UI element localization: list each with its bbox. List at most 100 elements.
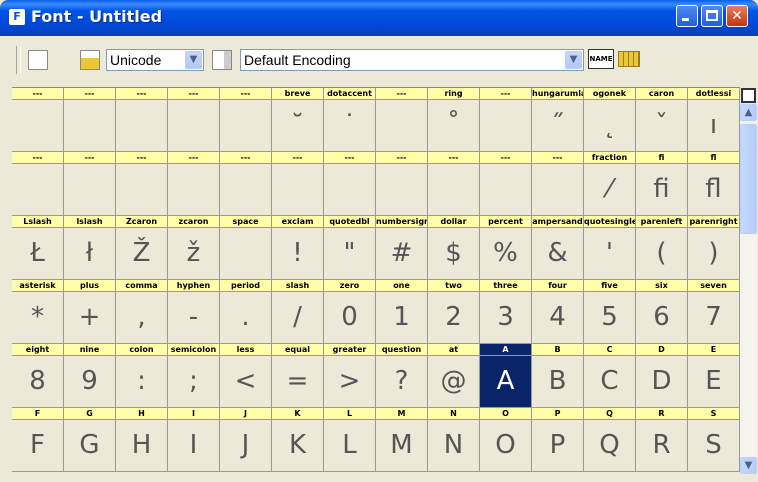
glyph-cell[interactable]: II (168, 408, 220, 472)
scroll-down-icon[interactable]: ▼ (740, 457, 757, 474)
glyph-cell[interactable]: --- (272, 152, 324, 216)
glyph-cell[interactable]: ampersand & (532, 216, 584, 280)
glyph-cell[interactable]: RR (636, 408, 688, 472)
glyph-cell[interactable]: Lslash Ł (12, 216, 64, 280)
glyph-cell[interactable]: AA (480, 344, 532, 408)
glyph-cell[interactable]: --- (116, 152, 168, 216)
glyph-cell[interactable]: greater > (324, 344, 376, 408)
glyph-cell[interactable]: numbersign # (376, 216, 428, 280)
glyph-cell[interactable]: three 3 (480, 280, 532, 344)
glyph-cell[interactable]: parenright) (688, 216, 740, 280)
glyph-cell[interactable]: --- (116, 88, 168, 152)
glyph-cell[interactable]: HH (116, 408, 168, 472)
glyph-cell[interactable]: NN (428, 408, 480, 472)
encoding-mode-select[interactable]: Unicode ▼ (106, 49, 204, 71)
glyph-cell[interactable]: FF (12, 408, 64, 472)
glyph-cell[interactable]: EE (688, 344, 740, 408)
glyph-cell[interactable]: zero 0 (324, 280, 376, 344)
glyph-cell[interactable]: zcaron ž (168, 216, 220, 280)
close-button[interactable]: ✕ (726, 5, 748, 27)
glyph-cell[interactable]: five 5 (584, 280, 636, 344)
glyph-cell[interactable]: comma, (116, 280, 168, 344)
glyph-cell[interactable]: --- (428, 152, 480, 216)
glyph-cell[interactable]: dollar $ (428, 216, 480, 280)
glyph-cell[interactable]: caron ˇ (636, 88, 688, 152)
glyph-cell[interactable]: period. (220, 280, 272, 344)
glyph-cell[interactable]: --- (376, 88, 428, 152)
chevron-down-icon[interactable]: ▼ (185, 51, 202, 69)
glyph-cell[interactable]: KK (272, 408, 324, 472)
glyph-cell[interactable]: --- (480, 152, 532, 216)
chevron-down-icon[interactable]: ▼ (565, 51, 582, 69)
glyph-cell[interactable]: nine 9 (64, 344, 116, 408)
glyph-cell[interactable]: seven 7 (688, 280, 740, 344)
glyph-cell[interactable]: quotesingle ' (584, 216, 636, 280)
glyph-cell[interactable]: dotlessi ı (688, 88, 740, 152)
vertical-scrollbar[interactable]: ▲ ▼ (740, 104, 757, 474)
glyph-cell[interactable]: exclam! (272, 216, 324, 280)
glyph-cell[interactable]: --- (12, 152, 64, 216)
glyph-cell[interactable]: fl ﬂ (688, 152, 740, 216)
scroll-thumb[interactable] (740, 124, 757, 234)
glyph-cell[interactable]: breve ˘ (272, 88, 324, 152)
glyph-cell[interactable]: semicolon; (168, 344, 220, 408)
grid-view-icon[interactable] (618, 51, 640, 67)
glyph-cell[interactable]: asterisk * (12, 280, 64, 344)
glyph-cell[interactable]: Zcaron Ž (116, 216, 168, 280)
glyph-cell[interactable]: less < (220, 344, 272, 408)
glyph-cell[interactable]: fraction ⁄ (584, 152, 636, 216)
glyph-cell[interactable]: question? (376, 344, 428, 408)
glyph-cell[interactable]: --- (376, 152, 428, 216)
encoding-mode-icon[interactable] (80, 50, 100, 70)
minimize-button[interactable] (676, 5, 698, 27)
glyph-cell[interactable]: parenleft( (636, 216, 688, 280)
font-info-icon[interactable] (28, 50, 48, 70)
glyph-cell[interactable]: --- (480, 88, 532, 152)
glyph-cell[interactable]: PP (532, 408, 584, 472)
glyph-cell[interactable]: CC (584, 344, 636, 408)
scroll-up-icon[interactable]: ▲ (740, 104, 757, 121)
glyph-cell[interactable]: fi ﬁ (636, 152, 688, 216)
glyph-cell[interactable]: OO (480, 408, 532, 472)
glyph-cell[interactable]: quotedbl " (324, 216, 376, 280)
glyph-cell[interactable]: hungarumlaut˝ (532, 88, 584, 152)
glyph-cell[interactable]: MM (376, 408, 428, 472)
glyph-cell[interactable]: eight 8 (12, 344, 64, 408)
glyph-cell[interactable]: --- (220, 152, 272, 216)
glyph-cell[interactable]: lslash ł (64, 216, 116, 280)
glyph-cell[interactable]: ring ˚ (428, 88, 480, 152)
encoding-select[interactable]: Default Encoding ▼ (240, 49, 584, 71)
glyph-cell[interactable]: --- (64, 88, 116, 152)
glyph-cell[interactable]: --- (324, 152, 376, 216)
glyph-cell[interactable]: at @ (428, 344, 480, 408)
glyph-cell[interactable]: BB (532, 344, 584, 408)
encoding-list-icon[interactable] (212, 50, 232, 70)
glyph-cell[interactable]: four 4 (532, 280, 584, 344)
glyph-cell[interactable]: dotaccent ˙ (324, 88, 376, 152)
glyph-name-button[interactable]: NAME (588, 49, 614, 69)
glyph-cell[interactable]: slash / (272, 280, 324, 344)
glyph-cell[interactable]: hyphen - (168, 280, 220, 344)
glyph-cell[interactable]: percent% (480, 216, 532, 280)
glyph-cell[interactable]: six 6 (636, 280, 688, 344)
glyph-cell[interactable]: --- (168, 152, 220, 216)
glyph-cell[interactable]: two 2 (428, 280, 480, 344)
glyph-cell[interactable]: plus + (64, 280, 116, 344)
glyph-cell[interactable]: DD (636, 344, 688, 408)
glyph-cell[interactable]: --- (168, 88, 220, 152)
glyph-cell[interactable]: JJ (220, 408, 272, 472)
maximize-button[interactable] (701, 5, 723, 27)
glyph-cell[interactable]: --- (64, 152, 116, 216)
glyph-cell[interactable]: --- (12, 88, 64, 152)
glyph-cell[interactable]: colon: (116, 344, 168, 408)
glyph-cell[interactable]: equal = (272, 344, 324, 408)
glyph-cell[interactable]: SS (688, 408, 740, 472)
glyph-cell[interactable]: LL (324, 408, 376, 472)
glyph-cell[interactable]: GG (64, 408, 116, 472)
title-bar[interactable]: F Font - Untitled ✕ (0, 0, 758, 36)
glyph-cell[interactable]: space (220, 216, 272, 280)
glyph-cell[interactable]: --- (532, 152, 584, 216)
glyph-cell[interactable]: one 1 (376, 280, 428, 344)
glyph-cell[interactable]: ogonek ˛ (584, 88, 636, 152)
glyph-cell[interactable]: QQ (584, 408, 636, 472)
